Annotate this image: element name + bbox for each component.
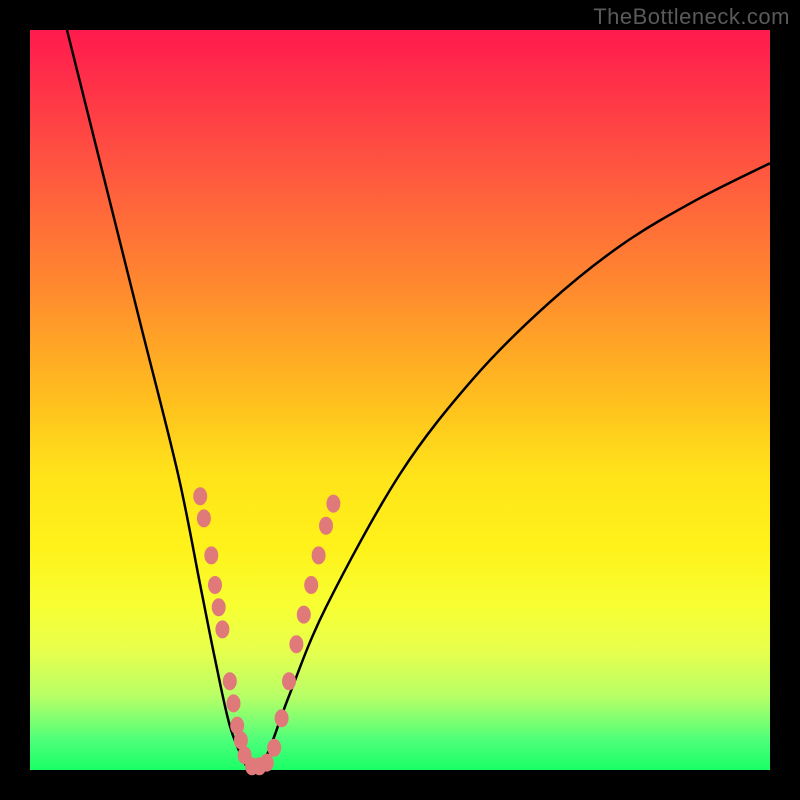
marker-point xyxy=(319,517,333,535)
marker-point xyxy=(208,576,222,594)
marker-point xyxy=(193,487,207,505)
marker-point xyxy=(289,635,303,653)
watermark-text: TheBottleneck.com xyxy=(593,4,790,30)
marker-point xyxy=(212,598,226,616)
curve-layer xyxy=(30,30,770,770)
marker-point xyxy=(326,495,340,513)
marker-point xyxy=(227,694,241,712)
marker-point xyxy=(223,672,237,690)
marker-point xyxy=(304,576,318,594)
plot-area xyxy=(30,30,770,770)
marker-point xyxy=(267,739,281,757)
marker-point xyxy=(204,546,218,564)
marker-point xyxy=(297,606,311,624)
marker-point xyxy=(197,509,211,527)
marker-point xyxy=(275,709,289,727)
bottleneck-curve xyxy=(67,30,770,770)
marker-point xyxy=(215,620,229,638)
marker-point xyxy=(312,546,326,564)
marker-point xyxy=(260,754,274,772)
marker-point xyxy=(282,672,296,690)
highlighted-points xyxy=(193,487,340,775)
chart-frame: TheBottleneck.com xyxy=(0,0,800,800)
